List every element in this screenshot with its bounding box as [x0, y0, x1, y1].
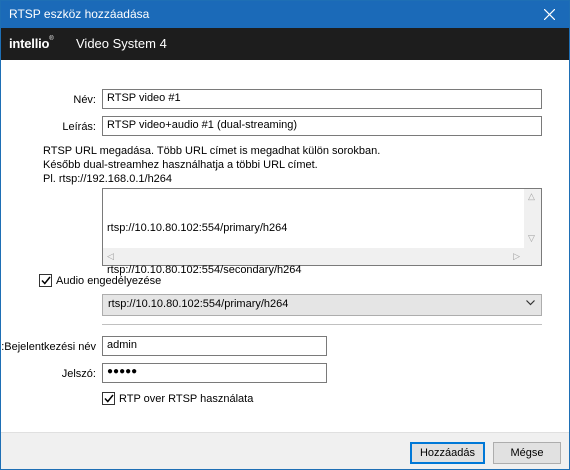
rtsp-url-textarea[interactable]: rtsp://10.10.80.102:554/primary/h264 rts… [102, 188, 542, 276]
dialog-content: Név: RTSP video #1 Leírás: RTSP video+au… [1, 60, 569, 432]
brand-header: intellio® Video System 4 [1, 28, 569, 60]
login-input[interactable]: admin [102, 336, 327, 356]
scrollbar-corner [524, 248, 541, 265]
password-label: Jelszó: [61, 368, 96, 380]
scroll-right-icon[interactable]: ▷ [513, 251, 520, 262]
check-icon [103, 394, 114, 403]
button-bar: Hozzáadás Mégse [1, 432, 569, 469]
name-input[interactable]: RTSP video #1 [102, 89, 542, 109]
scroll-up-icon[interactable]: △ [528, 191, 535, 202]
description-input[interactable]: RTSP video+audio #1 (dual-streaming) [102, 116, 542, 136]
password-input[interactable]: ●●●●● [102, 363, 327, 383]
cancel-button[interactable]: Mégse [493, 442, 561, 464]
add-button[interactable]: Hozzáadás [410, 442, 485, 464]
name-label: Név: [73, 94, 96, 106]
checkbox-box[interactable] [39, 274, 52, 287]
horizontal-scrollbar[interactable]: ◁ ▷ [103, 248, 524, 265]
audio-enable-checkbox[interactable]: Audio engedélyezése [39, 274, 161, 287]
rtp-over-rtsp-checkbox[interactable]: RTP over RTSP használata [102, 392, 253, 405]
login-label: Bejelentkezési név: [1, 341, 96, 353]
window-title: RTSP eszköz hozzáadása [9, 7, 150, 21]
hint-line: Később dual-streamhez használhatja a töb… [43, 159, 318, 171]
chevron-down-icon [526, 300, 535, 306]
hint-line: RTSP URL megadása. Több URL címet is meg… [43, 145, 381, 157]
audio-enable-label: Audio engedélyezése [56, 274, 162, 287]
rtp-over-rtsp-label: RTP over RTSP használata [119, 392, 254, 405]
dialog-window: RTSP eszköz hozzáadása intellio® Video S… [0, 0, 570, 470]
hint-line: Pl. rtsp://192.168.0.1/h264 [43, 173, 173, 185]
audio-source-value: rtsp://10.10.80.102:554/primary/h264 [108, 298, 289, 310]
check-icon [40, 276, 51, 285]
title-bar: RTSP eszköz hozzáadása [1, 1, 569, 28]
close-icon [543, 9, 555, 20]
description-label: Leírás: [62, 121, 96, 133]
scroll-left-icon[interactable]: ◁ [107, 251, 114, 262]
scroll-down-icon[interactable]: ▽ [528, 233, 535, 244]
intellio-logo: intellio® [9, 36, 54, 51]
checkbox-box[interactable] [102, 392, 115, 405]
divider [102, 324, 542, 325]
url-line: rtsp://10.10.80.102:554/primary/h264 [107, 222, 288, 234]
close-button[interactable] [529, 1, 569, 28]
vertical-scrollbar[interactable]: △ ▽ [524, 189, 541, 249]
audio-source-select[interactable]: rtsp://10.10.80.102:554/primary/h264 [102, 294, 542, 316]
url-hint: RTSP URL megadása. Több URL címet is meg… [43, 144, 380, 186]
product-name: Video System 4 [76, 36, 167, 51]
